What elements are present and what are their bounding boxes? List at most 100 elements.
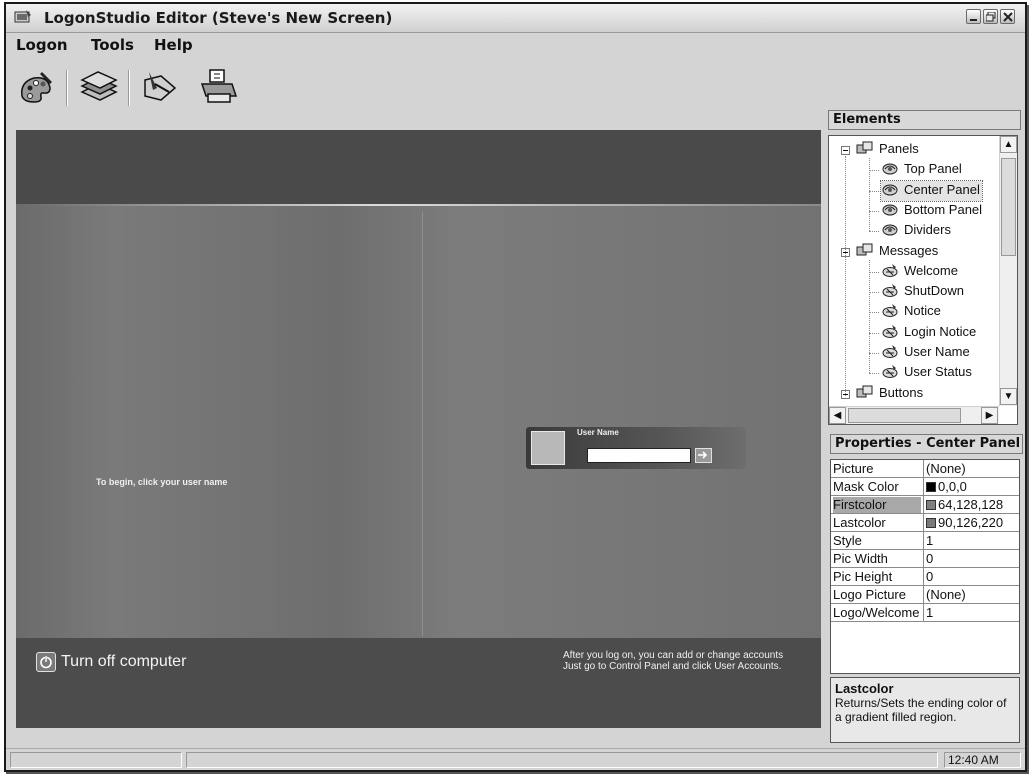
property-description: Lastcolor Returns/Sets the ending color … [830, 677, 1020, 743]
tree-group-messages[interactable]: Messages [856, 242, 940, 262]
property-row[interactable]: Logo Picture (None) [831, 586, 1019, 604]
menu-logon[interactable]: Logon [16, 36, 68, 54]
tree-item-center-panel[interactable]: Center Panel [880, 179, 983, 202]
property-name: Lastcolor [833, 515, 886, 530]
bottom-panel[interactable]: Turn off computer After you log on, you … [16, 638, 821, 728]
user-avatar[interactable] [531, 431, 565, 465]
property-value[interactable]: 0 [926, 551, 1018, 567]
property-value[interactable]: 0 [926, 569, 1018, 585]
property-row[interactable]: Pic Width 0 [831, 550, 1019, 568]
property-row[interactable]: Logo/Welcome 1 [831, 604, 1019, 622]
window-title: LogonStudio Editor (Steve's New Screen) [44, 9, 393, 27]
property-value[interactable]: 1 [926, 533, 1018, 549]
property-row[interactable]: Lastcolor 90,126,220 [831, 514, 1019, 532]
tree-horizontal-scrollbar[interactable]: ◀ ▶ [829, 406, 999, 424]
tree-connector [869, 158, 870, 232]
tree-group-panels[interactable]: Panels [856, 140, 921, 160]
palette-button[interactable] [16, 66, 58, 108]
go-button[interactable] [695, 448, 712, 463]
center-panel[interactable] [16, 206, 821, 638]
scroll-left-button[interactable]: ◀ [829, 407, 846, 424]
printer-button[interactable] [198, 66, 240, 108]
printer-icon [200, 69, 238, 103]
maximize-button[interactable] [983, 9, 998, 24]
layers-button[interactable] [78, 66, 120, 108]
welcome-message[interactable]: To begin, click your user name [96, 477, 227, 487]
tree-expander[interactable] [841, 146, 850, 155]
scroll-thumb[interactable] [1001, 158, 1016, 256]
property-value[interactable]: 0,0,0 [926, 479, 1018, 495]
tree-connector [869, 271, 879, 273]
property-row[interactable]: Picture (None) [831, 460, 1019, 478]
tree-item-label: Center Panel [904, 181, 980, 197]
tree-group-buttons[interactable]: Buttons [856, 384, 925, 404]
app-window: LogonStudio Editor (Steve's New Screen) … [4, 2, 1027, 772]
tree-vertical-scrollbar[interactable]: ▲ ▼ [999, 136, 1017, 406]
scroll-right-button[interactable]: ▶ [981, 407, 998, 424]
tree-item-notice[interactable]: Notice [881, 302, 943, 322]
property-value[interactable]: 90,126,220 [926, 515, 1018, 531]
description-title: Lastcolor [835, 681, 894, 696]
tree-item-shutdown[interactable]: ShutDown [881, 282, 966, 302]
property-divider [923, 568, 924, 585]
tree-item-label: Messages [879, 242, 939, 258]
property-value[interactable]: (None) [926, 461, 1018, 477]
property-value[interactable]: 1 [926, 605, 1018, 621]
panel-item-icon [881, 160, 899, 176]
color-swatch[interactable] [926, 482, 936, 492]
power-icon[interactable] [36, 652, 56, 672]
minimize-icon [970, 19, 977, 21]
after-logon-line-1: After you log on, you can add or change … [563, 650, 784, 661]
tree-item-login-notice[interactable]: Login Notice [881, 323, 978, 343]
top-panel[interactable] [16, 130, 821, 204]
tree-item-bottom-panel[interactable]: Bottom Panel [881, 201, 984, 221]
scroll-up-button[interactable]: ▲ [1000, 136, 1017, 153]
tree-item-label: Dividers [904, 222, 951, 238]
property-row[interactable]: Pic Height 0 [831, 568, 1019, 586]
menu-help[interactable]: Help [154, 36, 193, 54]
elements-tree[interactable]: Panels Top Panel Center Panel Bottom Panel D… [828, 135, 1018, 425]
close-button[interactable] [1000, 9, 1015, 24]
logon-preview-canvas[interactable]: To begin, click your user name User Name… [16, 130, 821, 728]
tree-item-top-panel[interactable]: Top Panel [881, 160, 964, 180]
minimize-button[interactable] [966, 9, 981, 24]
go-arrow-icon [698, 451, 708, 459]
property-row[interactable]: Style 1 [831, 532, 1019, 550]
user-account-tile[interactable]: User Name [526, 427, 746, 469]
tree-item-welcome[interactable]: Welcome [881, 262, 960, 282]
user-name-label: User Name [577, 428, 619, 437]
tree-item-label: Login Notice [904, 323, 977, 339]
property-divider [923, 586, 924, 603]
property-row[interactable]: Mask Color 0,0,0 [831, 478, 1019, 496]
menu-bar: Logon Tools Help [6, 33, 1025, 57]
message-item-icon [881, 363, 899, 379]
title-bar[interactable]: LogonStudio Editor (Steve's New Screen) [6, 4, 1025, 33]
menu-tools[interactable]: Tools [91, 36, 134, 54]
scroll-down-button[interactable]: ▼ [1000, 388, 1017, 405]
horizontal-scroll-thumb[interactable] [848, 408, 961, 423]
property-value-text: 1 [926, 605, 934, 620]
properties-grid[interactable]: Picture (None) Mask Color 0,0,0 Firstcolor 64… [830, 459, 1020, 674]
property-value[interactable]: 64,128,128 [926, 497, 1018, 513]
color-swatch[interactable] [926, 500, 936, 510]
toolbar-separator [66, 70, 68, 106]
description-text: Returns/Sets the ending color of a gradi… [835, 696, 1007, 724]
tree-connector [869, 259, 870, 374]
property-row[interactable]: Firstcolor 64,128,128 [831, 496, 1019, 514]
color-swatch[interactable] [926, 518, 936, 528]
property-value-text: 0 [926, 569, 934, 584]
logonstudio-app-icon[interactable] [14, 9, 32, 25]
pointer-button[interactable] [139, 66, 181, 108]
after-logon-notice: After you log on, you can add or change … [563, 650, 783, 672]
turn-off-computer-link[interactable]: Turn off computer [61, 653, 186, 671]
password-input[interactable] [587, 448, 691, 463]
tree-item-user-name[interactable]: User Name [881, 343, 972, 363]
tree-item-user-status[interactable]: User Status [881, 363, 974, 383]
property-value[interactable]: (None) [926, 587, 1018, 603]
property-name: Style [833, 533, 862, 548]
status-pane-middle [186, 752, 938, 768]
property-divider [923, 478, 924, 495]
tree-item-dividers[interactable]: Dividers [881, 221, 953, 241]
tree-connector [869, 312, 879, 314]
after-logon-line-2: Just go to Control Panel and click User … [563, 661, 782, 672]
